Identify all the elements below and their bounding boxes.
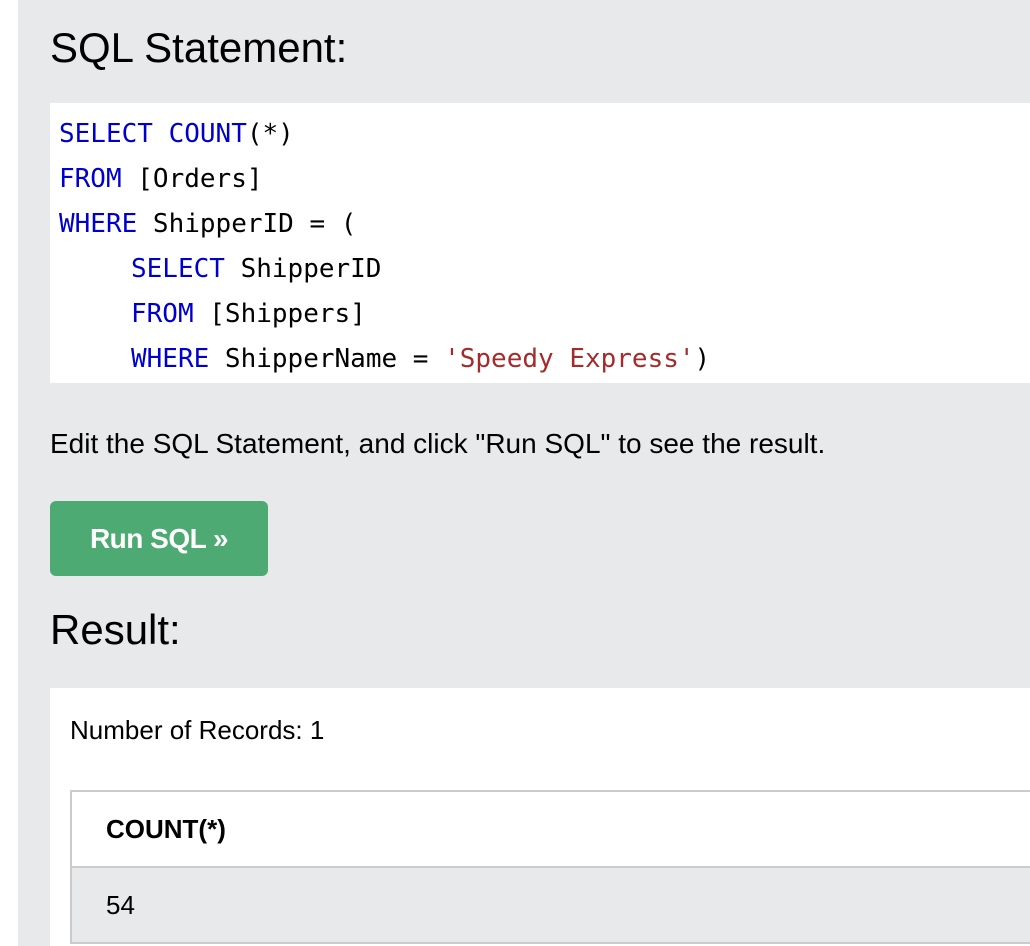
code-line: WHERE ShipperID = ( (59, 202, 356, 247)
keyword: SELECT (131, 254, 225, 284)
sql-editor[interactable]: SELECT COUNT(*) FROM [Orders] WHERE Ship… (50, 103, 1030, 383)
keyword: WHERE (59, 209, 138, 239)
result-table: COUNT(*) 54 (70, 790, 1030, 944)
code-text: ShipperID (224, 254, 382, 284)
records-count: Number of Records: 1 (70, 715, 325, 745)
code-text: [Shippers] (193, 299, 366, 329)
code-line: SELECT COUNT(*) (59, 112, 294, 157)
code-line: FROM [Shippers] (131, 292, 366, 337)
keyword: SELECT (59, 119, 153, 149)
run-sql-button[interactable]: Run SQL » (50, 501, 268, 576)
table-row: 54 (70, 866, 1030, 944)
code-text: ShipperName = (209, 344, 445, 374)
keyword: FROM (131, 299, 194, 329)
code-text: [Orders] (121, 164, 263, 194)
table-cell: 54 (70, 866, 1030, 944)
code-text: ) (694, 344, 711, 374)
code-line: FROM [Orders] (59, 157, 263, 202)
keyword: COUNT (168, 119, 247, 149)
table-header-row: COUNT(*) (70, 790, 1030, 867)
keyword: FROM (59, 164, 122, 194)
result-panel: Number of Records: 1 COUNT(*) 54 (50, 688, 1030, 946)
result-heading: Result: (50, 606, 181, 653)
column-header: COUNT(*) (70, 790, 1030, 867)
code-line: SELECT ShipperID (131, 247, 381, 292)
sql-statement-heading: SQL Statement: (50, 24, 348, 71)
code-text: (*) (246, 119, 294, 149)
code-text: ShipperID = ( (137, 209, 357, 239)
code-line: WHERE ShipperName = 'Speedy Express') (131, 337, 710, 382)
instruction-text: Edit the SQL Statement, and click "Run S… (50, 428, 826, 459)
string-literal: 'Speedy Express' (444, 344, 695, 374)
keyword: WHERE (131, 344, 210, 374)
sql-tryit-panel: SQL Statement: SELECT COUNT(*) FROM [Ord… (18, 0, 1030, 946)
